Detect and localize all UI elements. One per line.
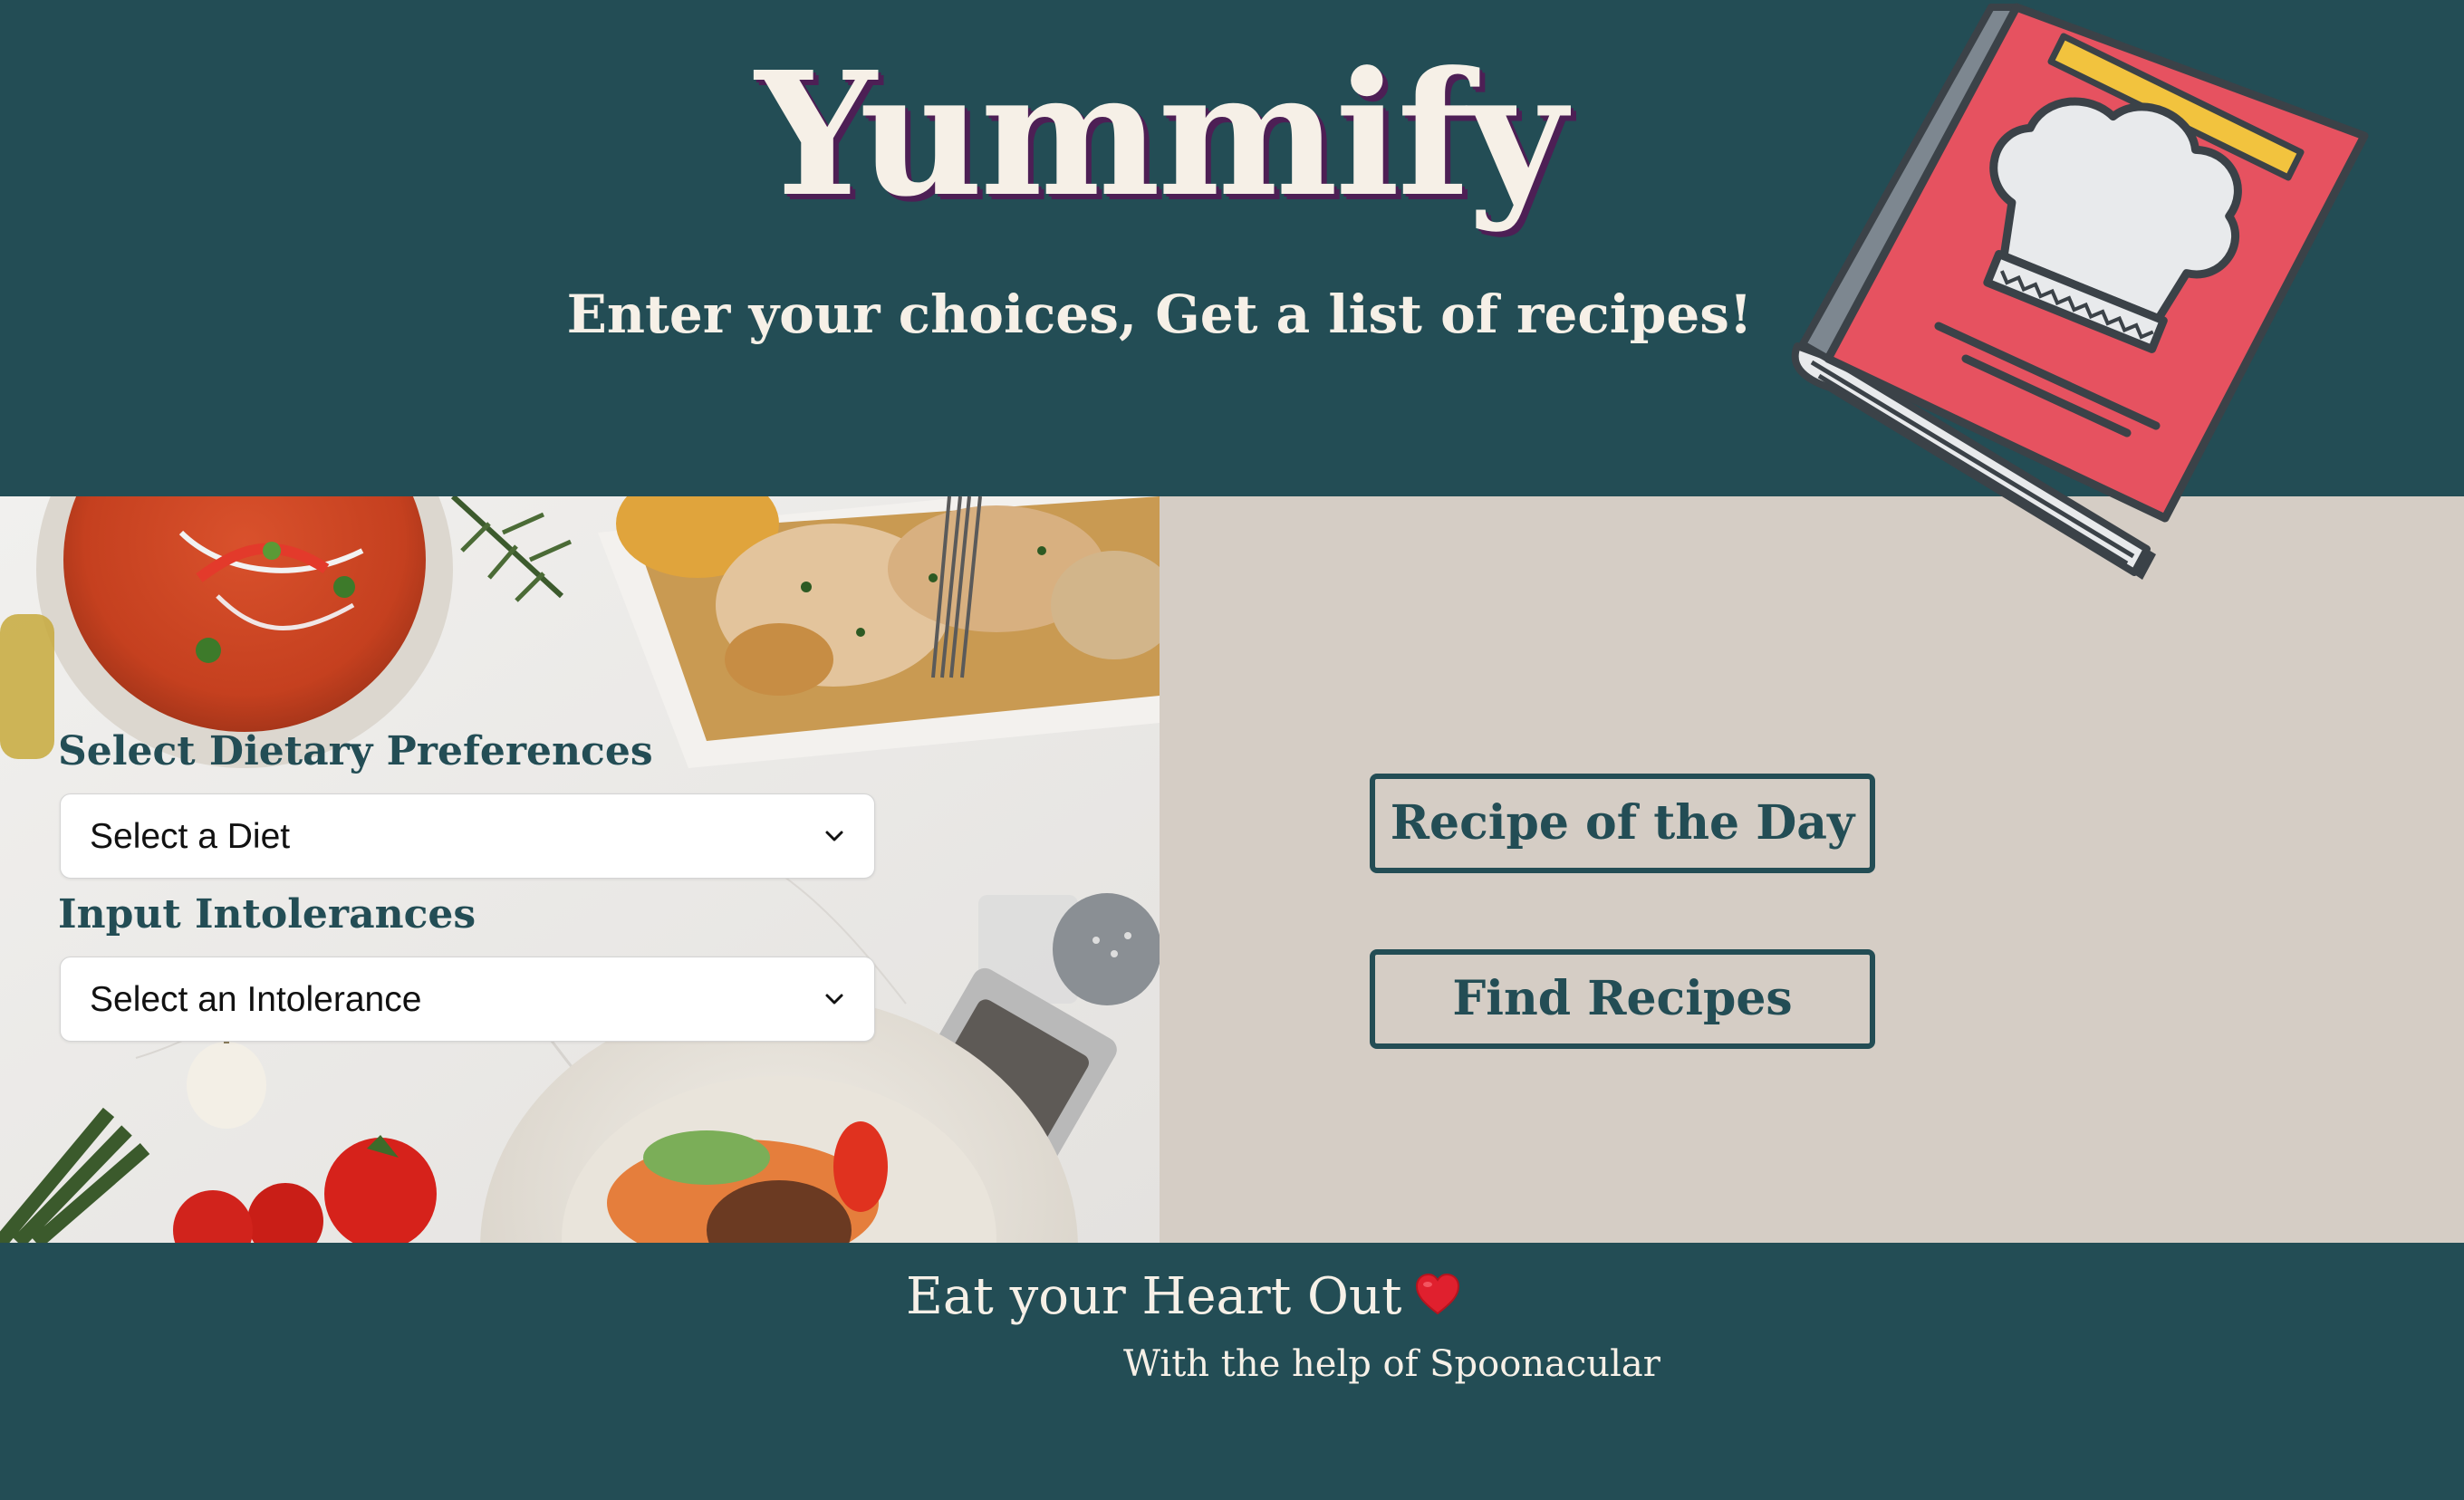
chevron-down-icon [825,994,843,1005]
intolerance-select-value: Select an Intolerance [90,980,422,1019]
diet-select-value: Select a Diet [90,817,291,856]
intolerance-label: Input Intolerances [58,891,476,938]
footer-tagline: Eat your Heart Out [906,1266,1461,1327]
page: Yummify Enter your choices, Get a list o… [0,0,2464,1500]
cookbook-icon [1791,3,2369,580]
diet-select[interactable]: Select a Diet [60,793,875,879]
footer: Eat your Heart Out With the help of Spoo… [0,1243,2464,1500]
food-background-panel: Select Dietary Preferences Select a Diet… [0,496,1160,1243]
diet-label: Select Dietary Preferences [58,728,653,774]
footer-tagline-text: Eat your Heart Out [906,1267,1402,1326]
intolerance-select[interactable]: Select an Intolerance [60,957,875,1042]
find-recipes-button[interactable]: Find Recipes [1370,949,1875,1049]
chevron-down-icon [825,831,843,841]
recipe-of-the-day-button[interactable]: Recipe of the Day [1370,774,1875,873]
footer-credit: With the help of Spoonacular [1123,1343,1660,1385]
heart-icon [1416,1273,1460,1314]
